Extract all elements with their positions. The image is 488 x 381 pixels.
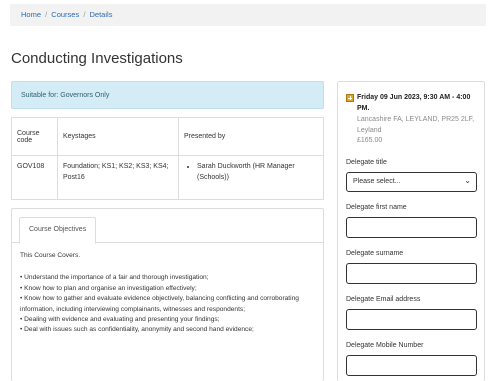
column-header-presented-by: Presented by: [178, 117, 324, 156]
delegate-mobile-input[interactable]: [346, 355, 477, 377]
event-date-row: Friday 09 Jun 2023, 9:30 AM - 4:00 PM.: [346, 93, 476, 115]
delegate-email-label: Delegate Email address: [346, 296, 421, 304]
breadcrumb: Home / Courses / Details: [10, 4, 486, 26]
booking-sidebar: Friday 09 Jun 2023, 9:30 AM - 4:00 PM. L…: [337, 81, 485, 381]
tab-content: This Course Covers. • Understand the imp…: [12, 243, 323, 344]
objective-item: • Deal with issues such as confidentiali…: [20, 326, 254, 334]
tab-bar: Course Objectives: [12, 209, 323, 244]
event-price: £165.00: [357, 137, 383, 145]
breadcrumb-home[interactable]: Home: [21, 10, 41, 19]
tab-course-objectives[interactable]: Course Objectives: [19, 217, 97, 244]
plus-icon[interactable]: [346, 94, 354, 102]
table-header-row: Course code Keystages Presented by: [11, 117, 324, 156]
event-details: Friday 09 Jun 2023, 9:30 AM - 4:00 PM. L…: [346, 93, 476, 147]
suitability-alert: Suitable for: Governors Only: [11, 81, 324, 109]
delegate-title-select[interactable]: Please select... ⌄: [346, 172, 477, 193]
delegate-surname-input[interactable]: [346, 263, 477, 285]
column-header-keystages: Keystages: [57, 117, 179, 156]
delegate-surname-label: Delegate surname: [346, 250, 404, 258]
delegate-first-name-input[interactable]: [346, 217, 477, 239]
delegate-first-name-label: Delegate first name: [346, 204, 407, 212]
objective-item: • Dealing with evidence and evaluating a…: [20, 316, 220, 324]
objective-item: • Know how to gather and evaluate eviden…: [20, 295, 299, 313]
column-header-code: Course code: [11, 117, 58, 156]
delegate-mobile-label: Delegate Mobile Number: [346, 342, 424, 350]
delegate-title-value: Please select...: [353, 178, 401, 186]
objective-item: • Understand the importance of a fair an…: [20, 274, 209, 282]
delegate-title-label: Delegate title: [346, 159, 387, 167]
objectives-intro: This Course Covers.: [20, 252, 81, 259]
breadcrumb-separator: /: [83, 10, 86, 19]
course-tabs-panel: Course Objectives This Course Covers. • …: [11, 208, 324, 381]
presenter-name: Sarah Duckworth (HR Manager (Schools)): [197, 162, 318, 183]
chevron-down-icon: ⌄: [464, 176, 471, 186]
page-title: Conducting Investigations: [11, 50, 183, 67]
course-code: GOV108: [11, 155, 58, 200]
event-date: Friday 09 Jun 2023, 9:30 AM - 4:00 PM.: [357, 94, 471, 112]
delegate-email-input[interactable]: [346, 309, 477, 331]
objective-item: • Know how to plan and organise an inves…: [20, 284, 197, 292]
course-keystages: Foundation; KS1; KS2; KS3; KS4; Post16: [57, 155, 179, 200]
course-info-table: Course code Keystages Presented by GOV10…: [11, 117, 324, 200]
table-row: GOV108 Foundation; KS1; KS2; KS3; KS4; P…: [11, 155, 324, 200]
course-presenter-cell: Sarah Duckworth (HR Manager (Schools)): [178, 155, 324, 200]
breadcrumb-separator: /: [45, 10, 48, 19]
event-location: Lancashire FA, LEYLAND, PR25 2LF, Leylan…: [357, 115, 475, 134]
breadcrumb-courses[interactable]: Courses: [51, 10, 79, 19]
breadcrumb-details[interactable]: Details: [90, 10, 113, 19]
